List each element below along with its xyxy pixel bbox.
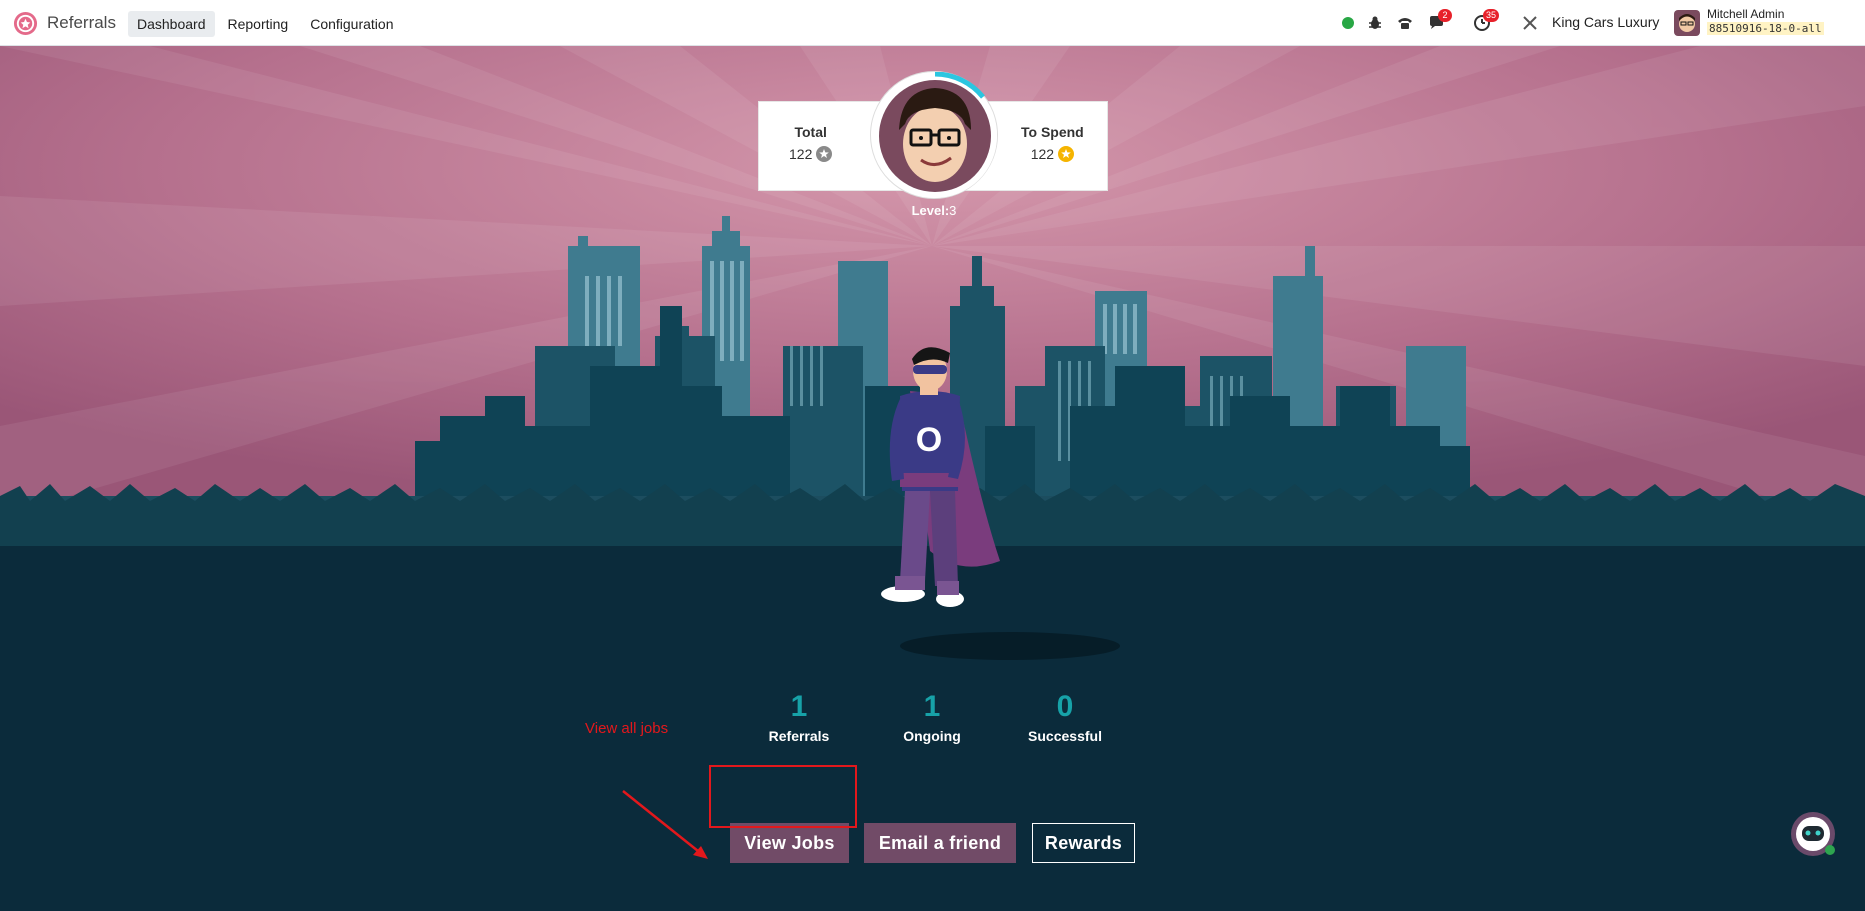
level-value: 3 xyxy=(949,203,957,218)
rewards-button[interactable]: Rewards xyxy=(1032,823,1135,863)
total-points-label: Total xyxy=(794,124,827,140)
total-points-value: 122 xyxy=(789,146,813,162)
counter-value: 0 xyxy=(1056,690,1074,723)
chatbot-launcher[interactable] xyxy=(1789,810,1837,858)
chatbot-robot-icon xyxy=(1791,812,1835,856)
level-indicator: Level:3 xyxy=(880,203,988,218)
annotation-label: View all jobs xyxy=(585,720,669,737)
referral-dashboard: O Total 122 To Spend 122 Level:3 1 Refer… xyxy=(0,46,1865,911)
svg-text:O: O xyxy=(916,421,942,459)
counter-referrals: 1 Referrals xyxy=(739,690,859,744)
to-spend-value: 122 xyxy=(1030,146,1055,162)
phone-icon[interactable] xyxy=(1396,14,1414,32)
activities-button[interactable]: 35 xyxy=(1473,9,1500,32)
messages-button[interactable]: 2 xyxy=(1428,9,1452,32)
company-switcher[interactable]: King Cars Luxury xyxy=(1552,14,1659,30)
to-spend-label: To Spend xyxy=(1021,124,1084,140)
to-spend-points: To Spend 122 xyxy=(1021,124,1084,162)
view-jobs-button[interactable]: View Jobs xyxy=(730,823,849,863)
employee-avatar xyxy=(870,71,998,199)
gold-coin-icon xyxy=(1058,146,1075,162)
silver-coin-icon xyxy=(816,146,833,162)
avatar-portrait-icon xyxy=(873,71,997,198)
counter-label: Ongoing xyxy=(903,728,961,744)
menu-reporting[interactable]: Reporting xyxy=(219,11,298,37)
user-name[interactable]: Mitchell Admin xyxy=(1707,7,1784,21)
counter-ongoing: 1 Ongoing xyxy=(872,690,992,744)
referrals-app-logo-icon[interactable] xyxy=(13,11,38,36)
counter-label: Referrals xyxy=(768,728,830,744)
top-navbar: Referrals Dashboard Reporting Configurat… xyxy=(0,0,1865,46)
presence-online-icon xyxy=(1342,17,1354,29)
level-label: Level: xyxy=(911,203,950,218)
total-points: Total 122 xyxy=(789,124,833,162)
annotation-arrow-icon xyxy=(622,790,708,859)
superhero-mascot-illustration: O xyxy=(881,347,1000,607)
menu-dashboard[interactable]: Dashboard xyxy=(128,11,215,37)
main-menu: Dashboard Reporting Configuration xyxy=(128,11,402,37)
database-name: 88510916-18-0-all xyxy=(1707,22,1824,35)
activities-badge: 35 xyxy=(1483,9,1500,22)
menu-configuration[interactable]: Configuration xyxy=(301,11,402,37)
counter-value: 1 xyxy=(790,690,808,723)
settings-tools-icon[interactable] xyxy=(1521,14,1539,32)
counter-value: 1 xyxy=(923,690,941,723)
counter-label: Successful xyxy=(1028,728,1102,744)
annotation-highlight-box xyxy=(709,765,857,828)
user-avatar-icon xyxy=(1674,10,1700,36)
app-name[interactable]: Referrals xyxy=(47,13,116,33)
messages-badge: 2 xyxy=(1438,9,1452,22)
user-avatar[interactable] xyxy=(1674,10,1700,36)
bug-icon[interactable] xyxy=(1366,14,1384,32)
counter-successful: 0 Successful xyxy=(1005,690,1125,744)
email-friend-button[interactable]: Email a friend xyxy=(864,823,1016,863)
